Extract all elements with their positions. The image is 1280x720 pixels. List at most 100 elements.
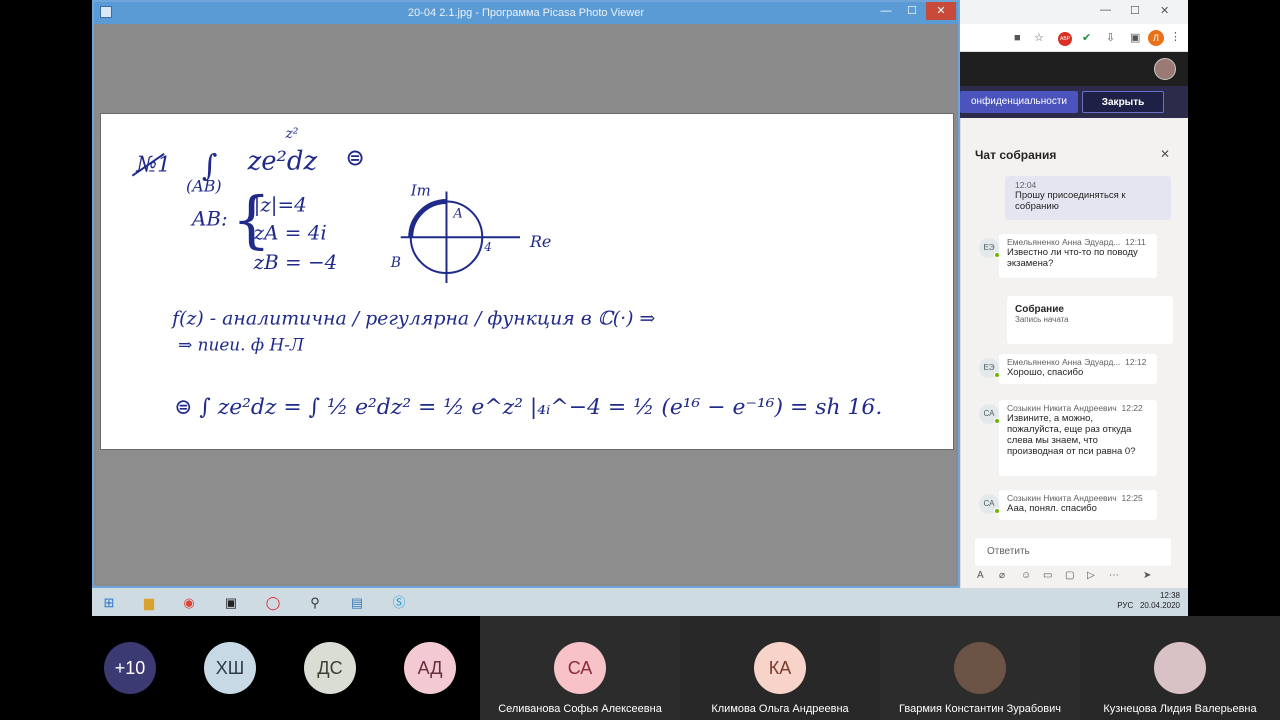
point-b-label: B [390,255,401,271]
participant-tile[interactable]: ХШ [180,616,280,720]
system-tray[interactable]: РУС 12:38 20.04.2020 [1117,591,1180,611]
participant-avatar: +10 [104,642,156,694]
language-indicator[interactable]: РУС [1117,601,1133,610]
integrand: ze²dz [247,147,318,177]
message-text: Известно ли что-то по поводу экзамена? [1007,247,1138,269]
re-axis-label: Re [529,232,551,251]
my-avatar[interactable] [1154,58,1176,80]
participant-photo [954,642,1006,694]
browser-close-button[interactable]: ✕ [1160,4,1169,17]
privacy-policy-button[interactable]: онфиденциальности [960,91,1078,113]
screen: 20-04 2.1.jpg - Программа Picasa Photo V… [0,0,1280,720]
avatar: СА [979,494,1000,514]
start-windows-icon[interactable]: ⊞ [92,591,126,615]
chat-title: Чат собрания [975,148,1057,162]
profile-avatar[interactable]: Л [1148,30,1164,46]
gif-icon[interactable]: ▭ [1043,570,1065,581]
participant-tile[interactable]: СА Селиванова Софья Алексеевна [480,616,680,720]
participant-name: Гвармия Константин Зурабович [899,703,1061,715]
clock-time: 12:38 [1159,591,1180,600]
radius-label: 4 [483,240,492,254]
opera-icon[interactable]: ◯ [256,591,290,615]
participant-avatar: СА [554,642,606,694]
chat-message: Созыкин Никита Андреевич 12:22 Извините,… [999,400,1157,476]
clock-date: 20.04.2020 [1139,601,1180,610]
app-icon[interactable]: ▣ [214,591,248,615]
participants-row: +10 ХШ ДС АД СА Селиванова Софья Алексее… [0,616,1280,720]
newton-leibniz-line: ⇒ пиеи. ф Н-Л [178,335,305,355]
picasa-window-title: 20-04 2.1.jpg - Программа Picasa Photo V… [408,7,644,19]
message-time: 12:04 [1015,180,1037,190]
handwritten-math: №1 ∫ (AB) ze²dz z² ⊜ AB: { |z|=4 zA = 4i [131,126,882,420]
camera-icon[interactable]: ■ [1014,32,1021,44]
send-icon[interactable]: ➤ [1143,570,1165,581]
minimize-button[interactable]: — [872,2,900,20]
circle-diagram: Im Re A B 4 [390,182,551,283]
participant-tile[interactable]: +10 [80,616,180,720]
point-a-label: A [452,206,462,221]
maximize-button[interactable]: ☐ [898,2,926,20]
meeting-card[interactable]: Собрание Запись начата [1007,296,1173,344]
participant-tile[interactable]: Гвармия Константин Зурабович [880,616,1080,720]
download-icon[interactable]: ⇩ [1106,31,1115,44]
browser-window: — ☐ ✕ ■ ☆ ABP ✔ ⇩ ▣ Л ⋮ онфиденциальност… [960,0,1188,588]
windows-taskbar: ⊞ ▆ ◉ ▣ ◯ ⚲ ▤ Ⓢ РУС 12:38 20.04.2020 [92,588,1188,616]
participant-name: Климова Ольга Андреевна [711,703,849,715]
extension-shield-icon[interactable]: ✔ [1082,31,1091,44]
message-time: 12:22 [1121,403,1143,413]
message-text: Извините, а можно, пожалуйста, еще раз о… [1007,413,1136,457]
attach-icon[interactable]: ⌀ [999,570,1021,581]
chat-message: Емельяненко Анна Эдуард... 12:11 Известн… [999,234,1157,278]
handwritten-notes-photo: №1 ∫ (AB) ze²dz z² ⊜ AB: { |z|=4 zA = 4i [100,113,954,450]
chat-message: 12:04 Прошу присоединяться к собранию [1005,176,1171,220]
picasa-titlebar[interactable]: 20-04 2.1.jpg - Программа Picasa Photo V… [94,2,958,24]
compose-toolbar: A ⌀ ☺ ▭ ▢ ▷ ⋯ ➤ [977,570,1177,584]
chrome-icon[interactable]: ◉ [172,591,206,615]
skype-icon[interactable]: Ⓢ [382,591,416,615]
participant-avatar: КА [754,642,806,694]
exponent: z² [284,126,298,142]
participant-tile[interactable]: КА Климова Ольга Андреевна [680,616,880,720]
participant-tile[interactable]: ДС [280,616,380,720]
bookmark-star-icon[interactable]: ☆ [1034,31,1044,44]
chat-close-icon[interactable]: ✕ [1160,147,1170,161]
participant-tile[interactable]: АД [380,616,480,720]
extensions-icon[interactable]: ▣ [1130,31,1140,44]
message-text: Прошу присоединяться к собранию [1015,190,1126,212]
picasa-taskbar-icon[interactable]: ▤ [340,591,374,615]
ab-label: AB: [190,207,228,230]
message-author: Емельяненко Анна Эдуард... [1007,357,1121,367]
meeting-chat-pane: Чат собрания ✕ 12:04 Прошу присоединятьс… [960,118,1188,588]
sticker-icon[interactable]: ▢ [1065,570,1087,581]
file-explorer-icon[interactable]: ▆ [132,591,166,615]
meeting-card-title: Собрание [1015,304,1064,315]
adblock-icon[interactable]: ABP [1058,32,1072,46]
clock[interactable]: 12:38 20.04.2020 [1140,591,1180,611]
im-axis-label: Im [410,182,431,200]
chat-message: Емельяненко Анна Эдуард... 12:12 Хорошо,… [999,354,1157,384]
reply-input[interactable]: Ответить [975,538,1171,566]
avatar: ЕЭ [979,358,1000,378]
more-icon[interactable]: ⋯ [1109,570,1131,581]
shared-screen: 20-04 2.1.jpg - Программа Picasa Photo V… [92,0,1188,616]
menu-dots-icon[interactable]: ⋮ [1170,30,1181,43]
participant-tile[interactable]: Кузнецова Лидия Валерьевна [1080,616,1280,720]
equals-circle: ⊜ [345,144,365,172]
avatar: СА [979,404,1000,424]
deliver-icon[interactable]: ▷ [1087,570,1109,581]
message-author: Созыкин Никита Андреевич [1007,403,1117,413]
format-icon[interactable]: A [977,570,999,581]
participant-avatar: АД [404,642,456,694]
message-time: 12:12 [1125,357,1147,367]
close-window-button[interactable]: ✕ [926,2,956,20]
emoji-icon[interactable]: ☺ [1021,570,1043,581]
analytic-statement: f(z) - аналитична / регулярна / функция … [170,308,655,330]
participant-avatar: ХШ [204,642,256,694]
browser-maximize-button[interactable]: ☐ [1130,4,1140,17]
browser-minimize-button[interactable]: — [1100,4,1111,16]
close-banner-button[interactable]: Закрыть [1082,91,1164,113]
message-text: Хорошо, спасибо [1007,367,1084,378]
integral-subscript: (AB) [186,177,222,196]
tool-icon[interactable]: ⚲ [298,591,332,615]
message-time: 12:25 [1121,493,1143,503]
